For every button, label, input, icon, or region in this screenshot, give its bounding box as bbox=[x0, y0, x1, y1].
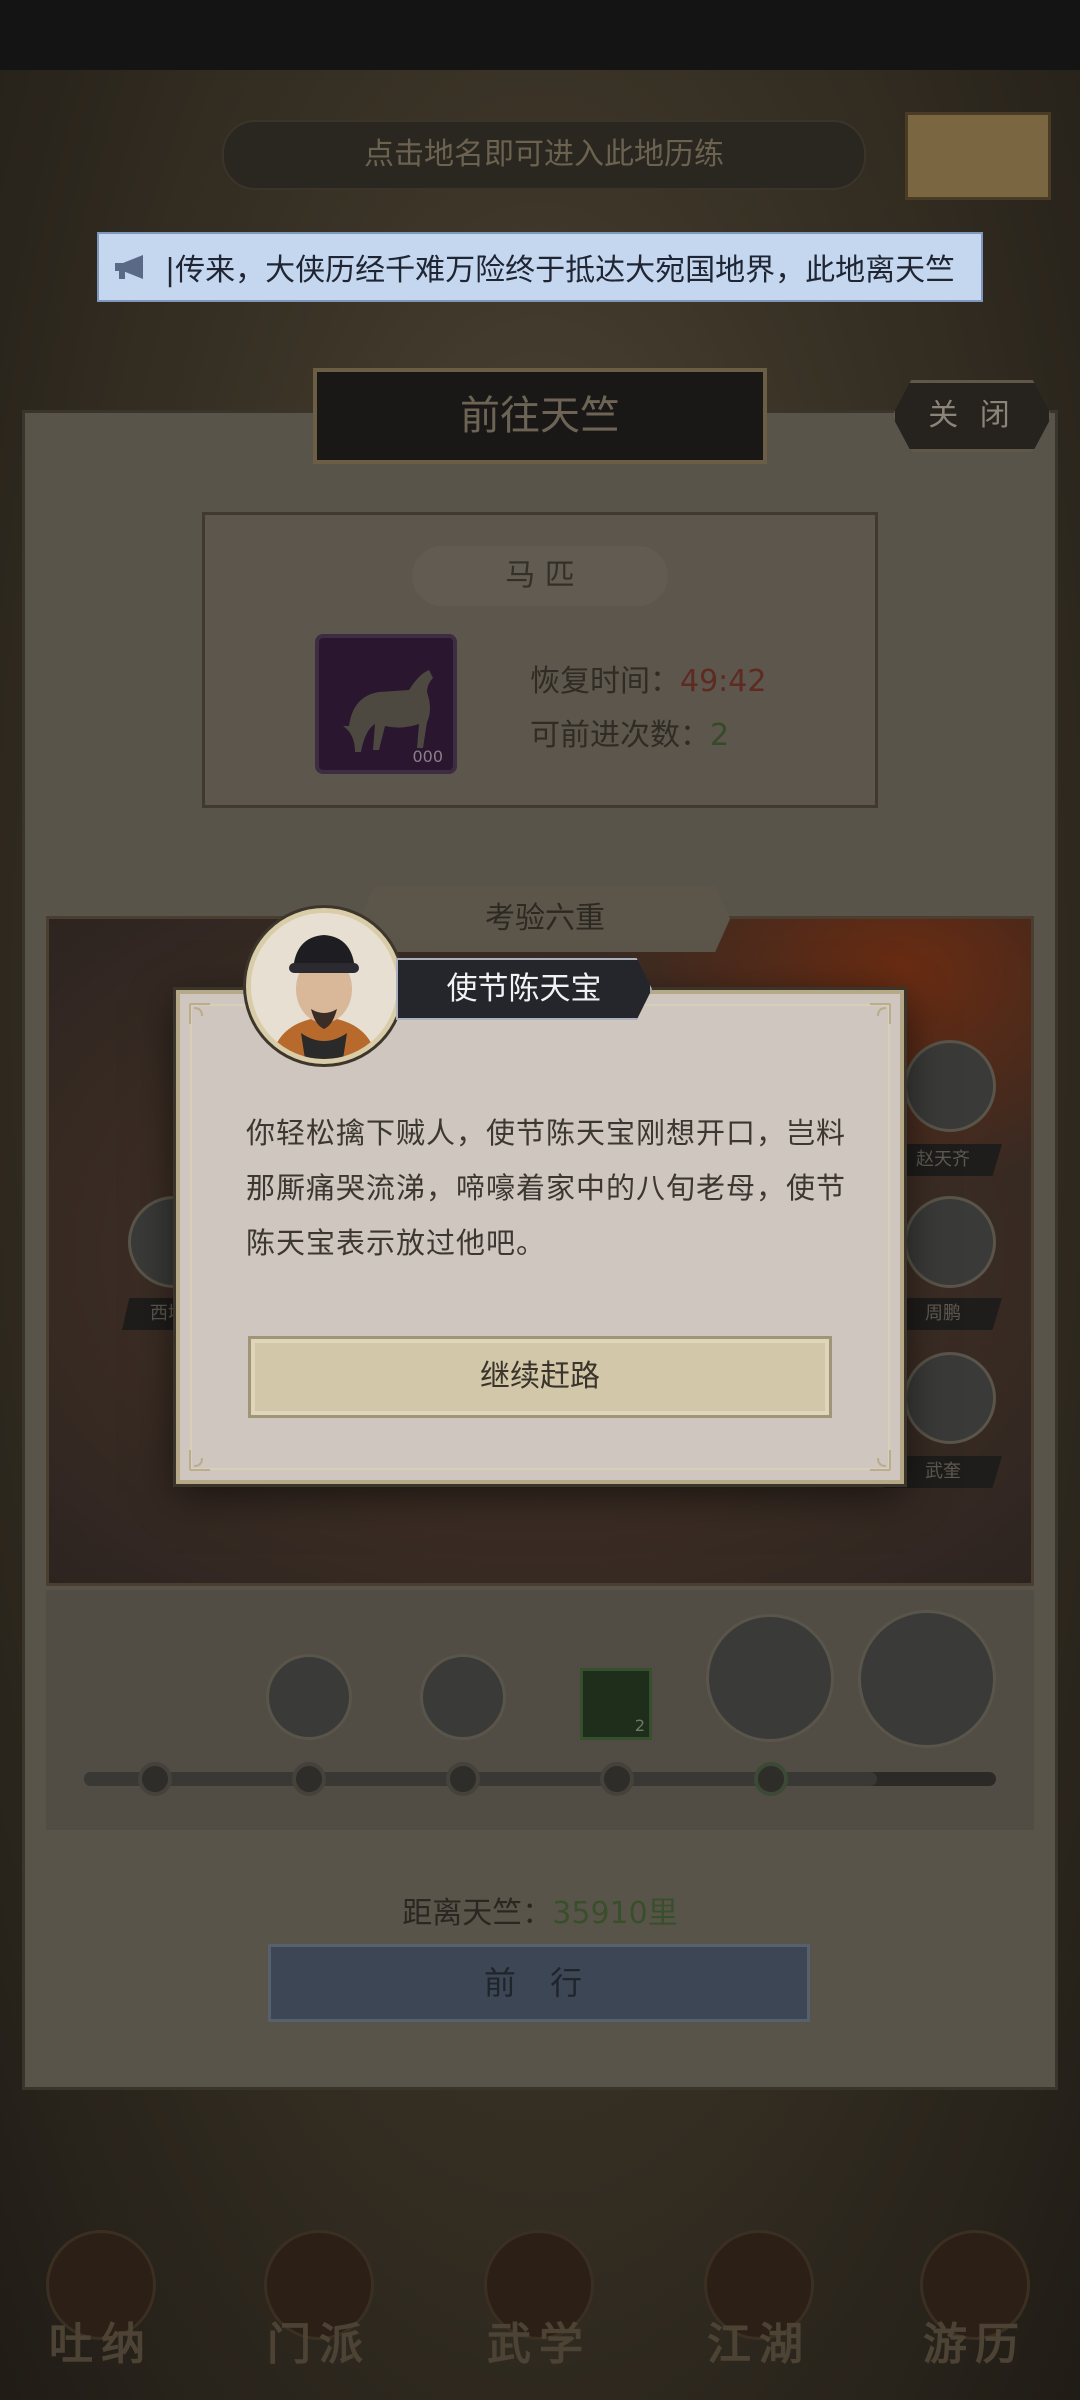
dialog-message: 你轻松擒下贼人，使节陈天宝刚想开口，岂料那厮痛哭流涕，啼嚎着家中的八旬老母，使节… bbox=[246, 1116, 847, 1260]
continue-button[interactable]: 继续赶路 bbox=[248, 1336, 832, 1418]
corner-ornament-icon bbox=[188, 1002, 214, 1028]
corner-ornament-icon bbox=[866, 1002, 892, 1028]
speaker-name: 使节陈天宝 bbox=[396, 958, 652, 1020]
speaker-portrait bbox=[246, 908, 402, 1064]
corner-ornament-icon bbox=[188, 1446, 214, 1472]
corner-ornament-icon bbox=[866, 1446, 892, 1472]
